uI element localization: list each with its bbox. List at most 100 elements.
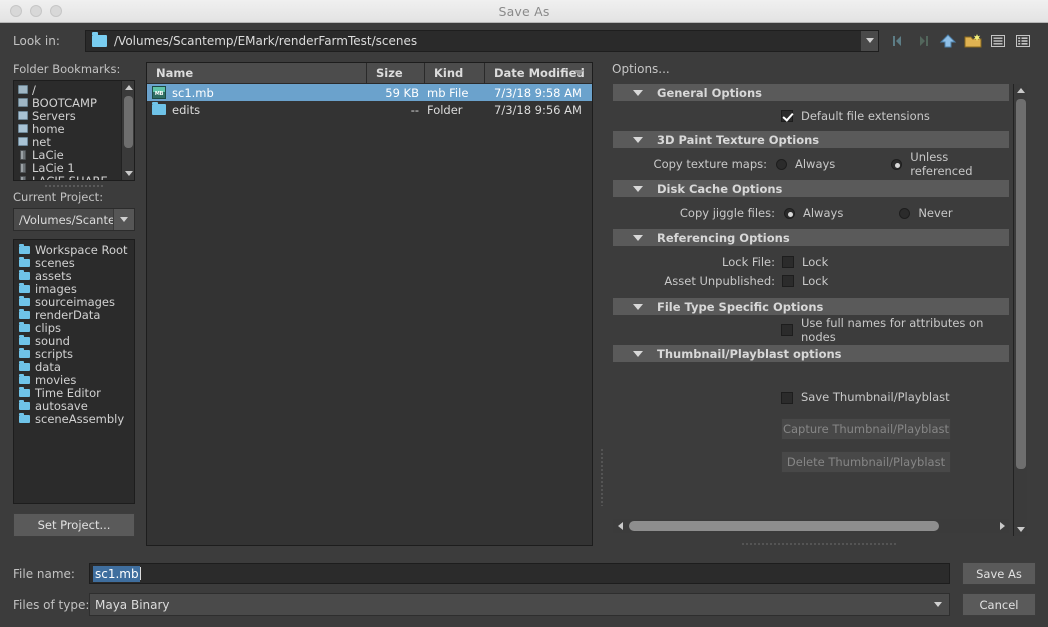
bookmark-item[interactable]: BOOTCAMP — [14, 96, 134, 110]
project-folder-item[interactable]: sound — [14, 334, 134, 348]
project-folder-item[interactable]: clips — [14, 321, 134, 335]
forward-icon[interactable] — [912, 30, 934, 52]
radio-option-2[interactable] — [891, 158, 903, 170]
options-section-header[interactable]: Thumbnail/Playblast options — [613, 345, 1009, 362]
project-folder-item[interactable]: Time Editor — [14, 386, 134, 400]
files-of-type-combobox[interactable]: Maya Binary — [89, 593, 950, 616]
table-row[interactable]: edits -- Folder 7/3/18 9:56 AM — [147, 101, 592, 118]
bookmark-label: net — [32, 134, 51, 149]
lock-checkbox[interactable] — [782, 274, 794, 287]
bookmark-item[interactable]: home — [14, 122, 134, 136]
column-header-size[interactable]: Size — [367, 63, 425, 83]
options-horizontal-scrollbar[interactable] — [613, 519, 1009, 533]
column-header-kind[interactable]: Kind — [425, 63, 485, 83]
project-folder-item[interactable]: assets — [14, 269, 134, 283]
project-folder-item[interactable]: images — [14, 282, 134, 296]
path-dropdown-button[interactable] — [860, 30, 878, 51]
column-header-name[interactable]: Name — [147, 63, 367, 83]
scroll-up-icon[interactable] — [122, 81, 134, 94]
project-folder-item[interactable]: movies — [14, 373, 134, 387]
up-directory-icon[interactable] — [937, 30, 959, 52]
options-scrollbar-thumb[interactable] — [1016, 99, 1026, 469]
options-scroll-down-icon[interactable] — [1014, 523, 1027, 536]
folder-icon — [19, 334, 30, 345]
options-section-header[interactable]: 3D Paint Texture Options — [613, 131, 1009, 148]
bookmark-label: / — [32, 82, 36, 97]
left-panel: Folder Bookmarks: / BOOTCAMP Servers hom… — [13, 62, 135, 537]
options-section-header[interactable]: General Options — [613, 84, 1009, 101]
save-thumbnail-checkbox[interactable] — [781, 392, 793, 404]
panel-splitter[interactable] — [13, 181, 135, 190]
new-folder-icon[interactable] — [962, 30, 984, 52]
folder-bookmarks-list[interactable]: / BOOTCAMP Servers home net LaCie LaCie … — [13, 80, 135, 181]
bookmark-item[interactable]: LaCie 1 — [14, 160, 134, 175]
project-folder-item[interactable]: autosave — [14, 399, 134, 413]
radio-option-1[interactable] — [784, 207, 795, 219]
scroll-down-icon[interactable] — [122, 167, 134, 180]
current-project-combobox[interactable]: /Volumes/Scantem — [13, 208, 135, 231]
bookmarks-scrollbar[interactable] — [121, 81, 134, 180]
project-folder-item[interactable]: sceneAssembly — [14, 411, 134, 426]
project-dropdown-button[interactable] — [113, 209, 134, 230]
bookmark-item[interactable]: Servers — [14, 109, 134, 123]
bookmark-item[interactable]: / — [14, 82, 134, 97]
radio-option-1[interactable] — [775, 158, 787, 170]
back-icon[interactable] — [887, 30, 909, 52]
project-folder-item[interactable]: renderData — [14, 307, 134, 322]
options-scroll-up-icon[interactable] — [1014, 84, 1027, 97]
bookmark-item[interactable]: LACIE SHARE — [14, 173, 134, 181]
column-header-date-modified[interactable]: Date Modified — [485, 63, 592, 83]
delete-thumbnail-button[interactable]: Delete Thumbnail/Playblast — [781, 451, 951, 473]
bookmark-item[interactable]: net — [14, 134, 134, 149]
table-row[interactable]: sc1.mb 59 KB mb File 7/3/18 9:58 AM — [147, 84, 592, 101]
use-full-names-checkbox[interactable] — [781, 324, 793, 336]
section-title: Disk Cache Options — [657, 181, 783, 196]
project-folder-item[interactable]: data — [14, 360, 134, 374]
project-folder-item[interactable]: sourceimages — [14, 295, 134, 309]
default-file-extensions-checkbox[interactable] — [781, 110, 793, 122]
path-combobox[interactable]: /Volumes/Scantemp/EMark/renderFarmTest/s… — [85, 29, 879, 52]
option-row: Capture Thumbnail/Playblast — [613, 408, 1009, 440]
hscrollbar-thumb[interactable] — [629, 521, 939, 531]
options-section-header[interactable]: Referencing Options — [613, 229, 1009, 246]
file-list-body: sc1.mb 59 KB mb File 7/3/18 9:58 AM edit… — [147, 84, 592, 118]
file-name-input[interactable]: sc1.mb — [89, 563, 950, 584]
set-project-button[interactable]: Set Project... — [13, 513, 135, 537]
project-folder-item[interactable]: Workspace Root — [14, 243, 134, 257]
file-list-header: Name Size Kind Date Modified — [147, 63, 592, 84]
scrollbar-thumb[interactable] — [124, 96, 133, 148]
radio-group-label: Copy texture maps: — [653, 157, 767, 171]
capture-thumbnail-button[interactable]: Capture Thumbnail/Playblast — [781, 418, 951, 440]
list-view-icon[interactable] — [987, 30, 1009, 52]
project-folder-label: renderData — [35, 307, 101, 322]
project-folders-list[interactable]: Workspace Root scenes assets images sour… — [13, 239, 135, 504]
files-of-type-dropdown-icon[interactable] — [927, 594, 949, 615]
lock-value-label: Lock — [802, 254, 829, 269]
radio-label-2: Unless referenced — [910, 150, 973, 178]
project-folder-item[interactable]: scripts — [14, 347, 134, 361]
detail-view-icon[interactable] — [1012, 30, 1034, 52]
options-scrollbar[interactable] — [1013, 84, 1027, 536]
lock-checkbox[interactable] — [782, 255, 794, 268]
hscroll-left-icon[interactable] — [613, 519, 627, 533]
folder-icon — [19, 399, 30, 410]
bookmark-label: LaCie 1 — [32, 160, 75, 175]
horizontal-splitter[interactable] — [613, 540, 1023, 548]
drive-icon — [18, 85, 28, 94]
chevron-down-icon — [633, 89, 643, 96]
bookmark-item[interactable]: LaCie — [14, 148, 134, 162]
vertical-splitter[interactable] — [597, 62, 606, 546]
project-folder-item[interactable]: scenes — [14, 256, 134, 270]
hscroll-right-icon[interactable] — [995, 519, 1009, 533]
chevron-down-icon — [865, 38, 874, 43]
options-section-header[interactable]: Disk Cache Options — [613, 180, 1009, 197]
folder-icon — [19, 412, 30, 423]
project-folder-label: sceneAssembly — [35, 411, 125, 426]
save-as-button[interactable]: Save As — [962, 562, 1036, 585]
options-section-header[interactable]: File Type Specific Options — [613, 298, 1009, 315]
cancel-button[interactable]: Cancel — [962, 593, 1036, 616]
folder-icon — [19, 308, 30, 319]
radio-option-2[interactable] — [899, 207, 911, 219]
bookmark-label: LACIE SHARE — [32, 173, 108, 181]
save-as-dialog: Save As Look in: /Volumes/Scantemp/EMark… — [0, 0, 1048, 627]
